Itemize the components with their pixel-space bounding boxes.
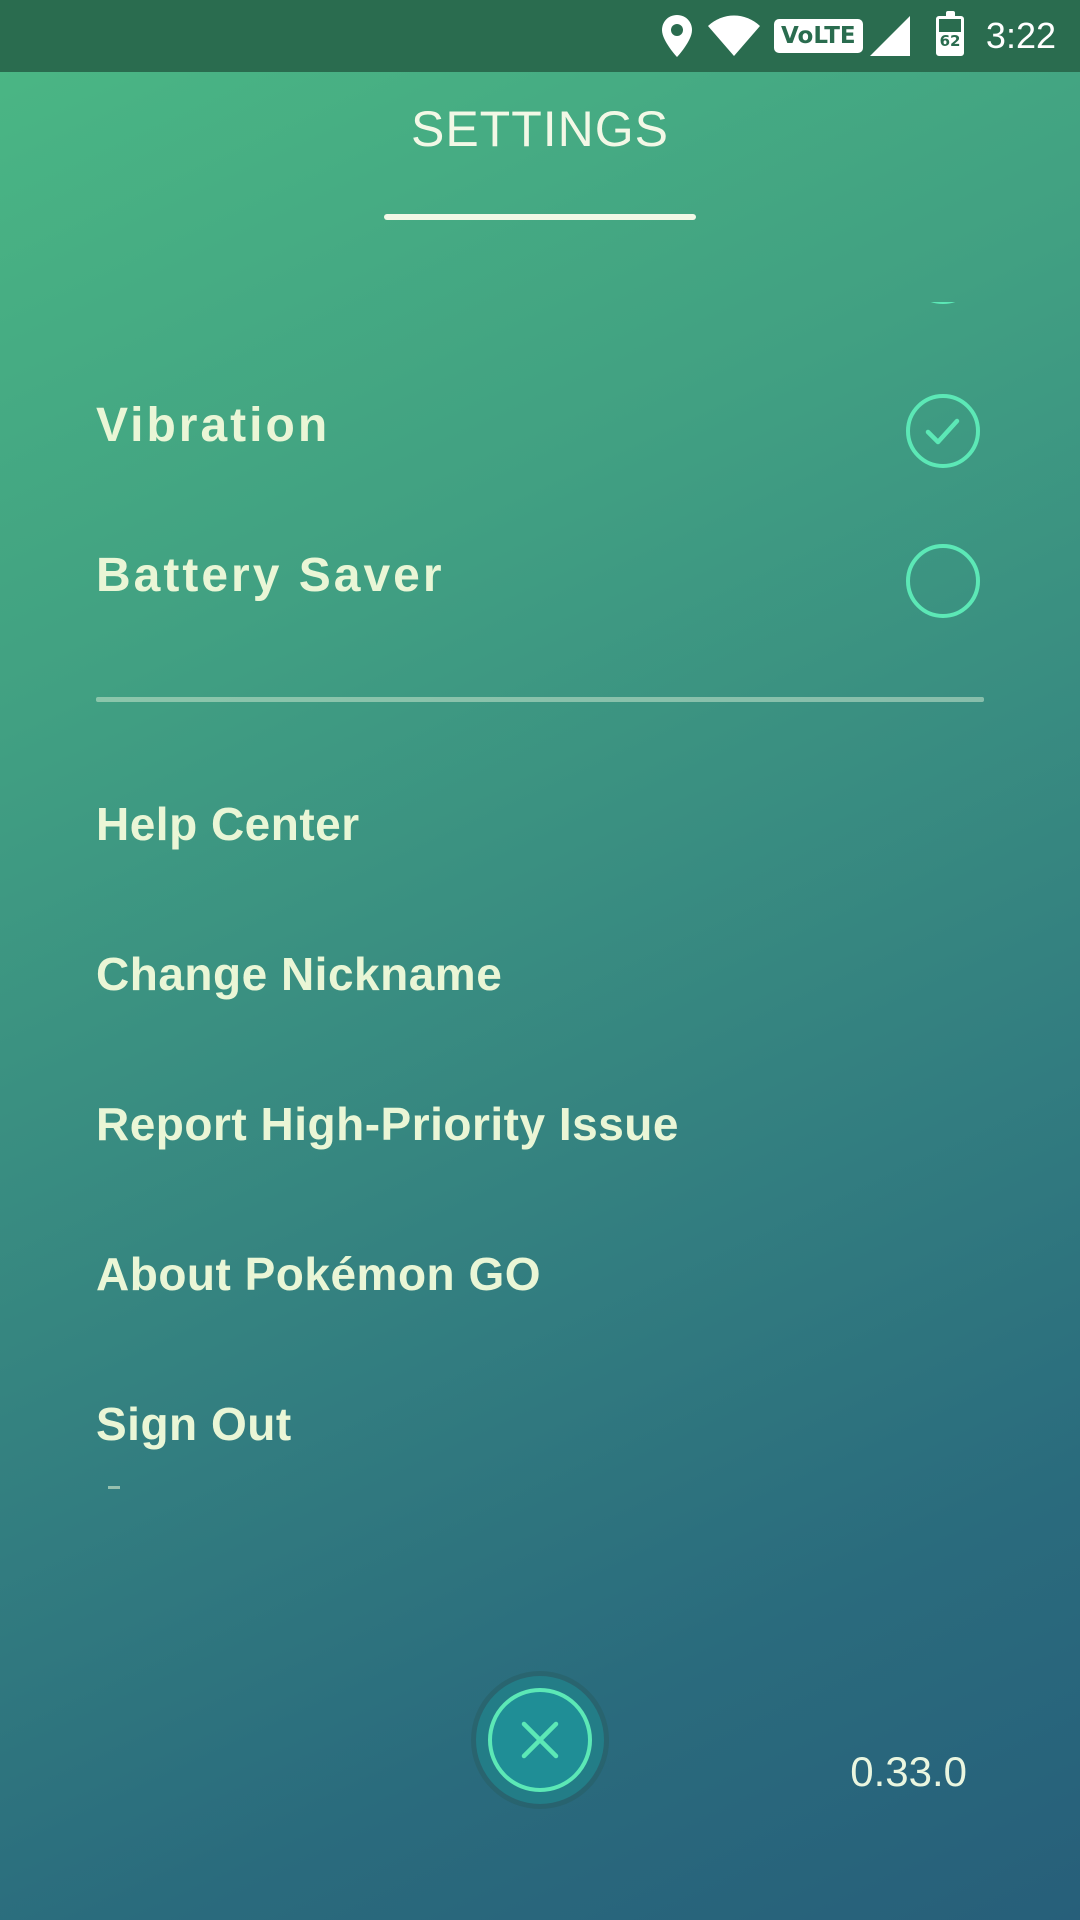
battery-gauge: 62: [936, 11, 964, 56]
menu-item-about[interactable]: About Pokémon GO: [96, 1247, 541, 1301]
wifi-icon: [706, 0, 762, 72]
battery-saver-toggle[interactable]: [906, 544, 980, 618]
checkmark-icon: [925, 418, 960, 445]
divider: [96, 697, 984, 702]
battery-percent: 62: [939, 32, 961, 50]
setting-label-battery-saver: Battery Saver: [96, 549, 445, 602]
menu-item-help-center[interactable]: Help Center: [96, 797, 360, 851]
status-bar: VoLTE 62 3:22: [0, 0, 1080, 72]
menu-item-sign-out[interactable]: Sign Out: [96, 1397, 292, 1451]
volte-badge: VoLTE: [774, 19, 863, 53]
menu-item-report-issue[interactable]: Report High-Priority Issue: [96, 1097, 679, 1151]
title-underline: [384, 214, 696, 220]
partial-toggle-circle[interactable]: [906, 302, 978, 310]
close-button[interactable]: [476, 1676, 604, 1804]
battery-icon: 62: [936, 0, 964, 72]
version-label: 0.33.0: [850, 1748, 967, 1795]
page-title: SETTINGS: [410, 101, 670, 157]
cell-signal-icon: [868, 0, 912, 72]
setting-label-vibration: Vibration: [96, 399, 331, 452]
location-icon: [660, 0, 694, 72]
vibration-toggle[interactable]: [906, 394, 980, 468]
close-icon: [521, 1721, 559, 1759]
menu-item-change-nickname[interactable]: Change Nickname: [96, 947, 502, 1001]
status-time: 3:22: [985, 15, 1056, 56]
volte-icon: VoLTE: [774, 0, 863, 72]
sign-out-dash: [108, 1486, 120, 1489]
